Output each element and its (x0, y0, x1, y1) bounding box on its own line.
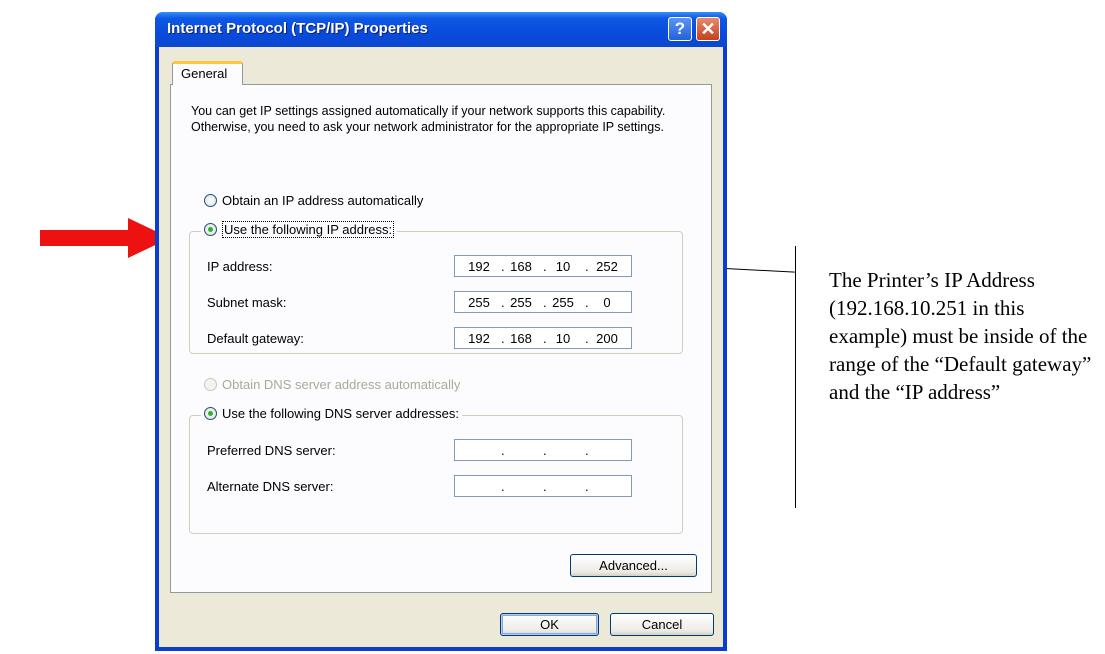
preferred-dns-label: Preferred DNS server: (207, 443, 336, 458)
close-button[interactable]: ✕ (696, 17, 720, 41)
subnet-octet-2: 255 (510, 295, 532, 310)
subnet-octet-1: 255 (468, 295, 490, 310)
general-tab-panel: You can get IP settings assigned automat… (170, 84, 712, 593)
alternate-dns-label: Alternate DNS server: (207, 479, 334, 494)
obtain-ip-auto-label: Obtain an IP address automatically (222, 193, 424, 208)
callout-vertical-line (795, 246, 796, 508)
alternate-dns-input[interactable]: ... (454, 475, 632, 497)
subnet-octet-4: 0 (603, 295, 611, 310)
ip-octet-3: 10 (555, 259, 571, 274)
dialog-client-area: General You can get IP settings assigned… (159, 47, 723, 647)
description-text: You can get IP settings assigned automat… (191, 104, 666, 134)
ip-address-input[interactable]: 192. 168. 10. 252 (454, 255, 632, 277)
ip-octet-4: 252 (596, 259, 618, 274)
use-following-dns-radio[interactable]: Use the following DNS server addresses: (201, 406, 462, 424)
window-title: Internet Protocol (TCP/IP) Properties (167, 20, 428, 37)
radio-unchecked-icon (204, 194, 217, 207)
help-button[interactable]: ? (668, 17, 692, 41)
obtain-dns-auto-label: Obtain DNS server address automatically (222, 377, 461, 392)
use-following-ip-radio[interactable]: Use the following IP address: (201, 221, 398, 240)
preferred-dns-input[interactable]: ... (454, 439, 632, 461)
gateway-octet-2: 168 (510, 331, 532, 346)
obtain-ip-auto-radio[interactable]: Obtain an IP address automatically (204, 193, 423, 211)
ip-address-label: IP address: (207, 259, 273, 274)
tcpip-properties-dialog: Internet Protocol (TCP/IP) Properties ? … (155, 12, 727, 651)
red-arrow-icon (40, 218, 170, 258)
gateway-octet-4: 200 (596, 331, 618, 346)
radio-disabled-icon (204, 378, 217, 391)
ok-button[interactable]: OK (500, 613, 599, 636)
title-bar[interactable]: Internet Protocol (TCP/IP) Properties ? … (155, 12, 727, 47)
ip-octet-1: 192 (468, 259, 490, 274)
subnet-octet-3: 255 (552, 295, 574, 310)
close-icon: ✕ (700, 19, 716, 39)
cancel-button[interactable]: Cancel (610, 613, 714, 636)
subnet-mask-input[interactable]: 255. 255. 255. 0 (454, 291, 632, 313)
help-icon: ? (674, 19, 686, 38)
radio-checked-icon (204, 223, 217, 236)
obtain-dns-auto-radio[interactable]: Obtain DNS server address automatically (204, 377, 460, 395)
default-gateway-input[interactable]: 192. 168. 10. 200 (454, 327, 632, 349)
radio-checked-icon (204, 407, 217, 420)
use-following-dns-label: Use the following DNS server addresses: (222, 406, 459, 421)
annotation-text: The Printer’s IP Address (192.168.10.251… (829, 268, 1092, 404)
gateway-octet-1: 192 (468, 331, 490, 346)
use-following-ip-label: Use the following IP address: (222, 221, 395, 238)
gateway-octet-3: 10 (555, 331, 571, 346)
tab-general[interactable]: General (172, 61, 243, 85)
advanced-button[interactable]: Advanced... (570, 554, 697, 577)
subnet-mask-label: Subnet mask: (207, 295, 287, 310)
default-gateway-label: Default gateway: (207, 331, 304, 346)
ip-octet-2: 168 (510, 259, 532, 274)
